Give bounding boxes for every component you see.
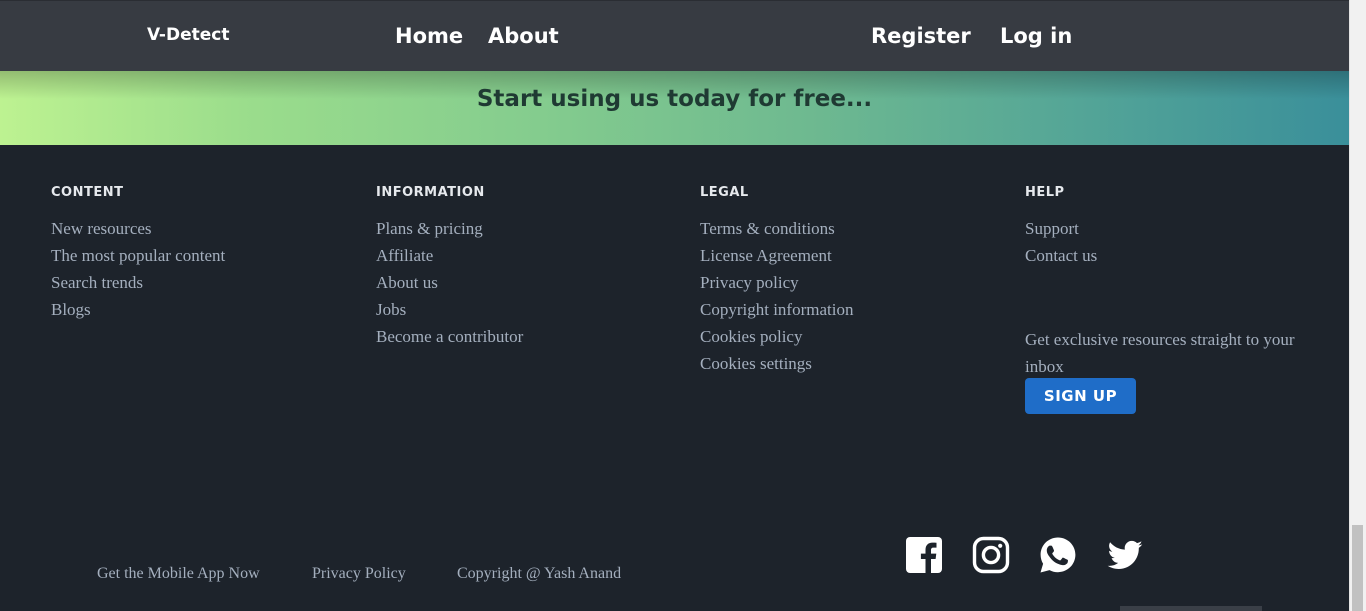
bottom-edge-strip xyxy=(1120,606,1262,611)
footer-link-blogs[interactable]: Blogs xyxy=(51,300,91,319)
footer-column-help: HELP Support Contact us xyxy=(1025,185,1097,273)
footer-heading: INFORMATION xyxy=(376,185,485,200)
footer-link-jobs[interactable]: Jobs xyxy=(376,300,406,319)
footer-column-legal: LEGAL Terms & conditions License Agreeme… xyxy=(700,185,853,381)
bottom-privacy-link[interactable]: Privacy Policy xyxy=(312,564,406,584)
footer-link-privacy-policy[interactable]: Privacy policy xyxy=(700,273,799,292)
footer-link-list: Terms & conditions License Agreement Pri… xyxy=(700,219,853,381)
footer-link-list: Plans & pricing Affiliate About us Jobs … xyxy=(376,219,523,354)
vertical-scrollbar[interactable] xyxy=(1349,0,1366,611)
signup-button[interactable]: SIGN UP xyxy=(1025,378,1136,414)
footer-column-content: CONTENT New resources The most popular c… xyxy=(51,185,225,327)
page: V-Detect Home About Register Log in Star… xyxy=(0,0,1366,611)
footer-link-become-contributor[interactable]: Become a contributor xyxy=(376,327,523,346)
nav-login-link[interactable]: Log in xyxy=(1000,22,1072,50)
facebook-icon[interactable] xyxy=(905,536,943,574)
mobile-app-link[interactable]: Get the Mobile App Now xyxy=(97,564,260,584)
footer-link-contact-us[interactable]: Contact us xyxy=(1025,246,1097,265)
footer-link-terms[interactable]: Terms & conditions xyxy=(700,219,835,238)
footer-link-about-us[interactable]: About us xyxy=(376,273,438,292)
footer-heading: LEGAL xyxy=(700,185,749,200)
newsletter-text: Get exclusive resources straight to your… xyxy=(1025,330,1295,376)
footer-link-license[interactable]: License Agreement xyxy=(700,246,832,265)
footer-link-list: Support Contact us xyxy=(1025,219,1097,273)
footer-heading: CONTENT xyxy=(51,185,124,200)
footer-column-information: INFORMATION Plans & pricing Affiliate Ab… xyxy=(376,185,523,354)
footer-link-popular-content[interactable]: The most popular content xyxy=(51,246,225,265)
footer-link-cookies-policy[interactable]: Cookies policy xyxy=(700,327,802,346)
footer-link-support[interactable]: Support xyxy=(1025,219,1079,238)
banner-text: Start using us today for free... xyxy=(476,86,873,112)
footer-link-plans-pricing[interactable]: Plans & pricing xyxy=(376,219,483,238)
footer-link-copyright-info[interactable]: Copyright information xyxy=(700,300,853,319)
nav-register-link[interactable]: Register xyxy=(871,22,971,50)
instagram-icon[interactable] xyxy=(972,536,1010,574)
twitter-icon[interactable] xyxy=(1106,536,1144,574)
whatsapp-icon[interactable] xyxy=(1039,536,1077,574)
scrollbar-thumb[interactable] xyxy=(1352,525,1363,611)
footer-link-cookies-settings[interactable]: Cookies settings xyxy=(700,354,812,373)
footer-heading: HELP xyxy=(1025,185,1065,200)
navbar: V-Detect Home About Register Log in xyxy=(0,0,1349,71)
footer-link-affiliate[interactable]: Affiliate xyxy=(376,246,433,265)
copyright-text: Copyright @ Yash Anand xyxy=(457,565,622,582)
brand-logo[interactable]: V-Detect xyxy=(147,25,229,45)
footer-link-new-resources[interactable]: New resources xyxy=(51,219,152,238)
footer-link-list: New resources The most popular content S… xyxy=(51,219,225,327)
nav-home-link[interactable]: Home xyxy=(395,22,463,50)
nav-about-link[interactable]: About xyxy=(488,22,559,50)
promo-banner: Start using us today for free... xyxy=(0,71,1349,145)
footer-link-search-trends[interactable]: Search trends xyxy=(51,273,143,292)
